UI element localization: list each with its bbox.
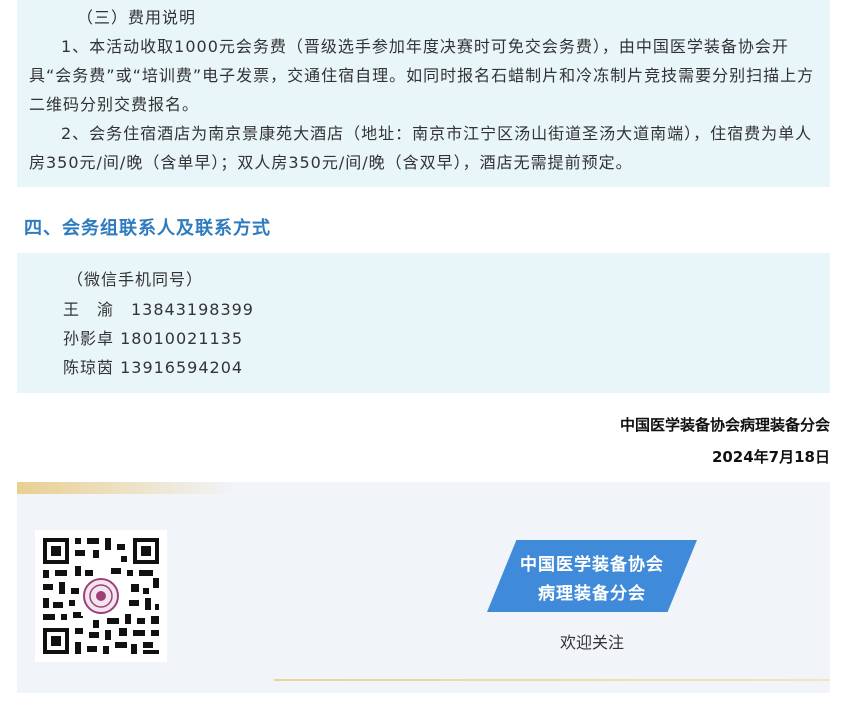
follow-text: 欢迎关注 xyxy=(559,633,624,652)
gold-accent-bar xyxy=(17,482,237,494)
gold-divider-line xyxy=(274,679,830,681)
fee-section-title: （三）费用说明 xyxy=(77,8,197,27)
qr-code-icon[interactable] xyxy=(35,530,167,662)
badge-line-1: 中国医学装备协会 xyxy=(520,555,664,575)
signature-date: 2024年7月18日 xyxy=(711,448,830,466)
contact-line-3: 陈琼茵 13916594204 xyxy=(63,358,244,377)
contact-line-2: 孙影卓 18010021135 xyxy=(63,329,244,348)
fee-description-box: （三）费用说明 1、本活动收取1000元会务费（晋级选手参加年度决赛时可免交会务… xyxy=(17,0,830,187)
signature-org: 中国医学装备协会病理装备分会 xyxy=(619,416,830,434)
contact-line-1: 王 渝 13843198399 xyxy=(63,300,254,319)
badge-line-2: 病理装备分会 xyxy=(538,584,646,604)
contacts-heading: 四、会务组联系人及联系方式 xyxy=(24,218,271,239)
fee-item-2: 2、会务住宿酒店为南京景康苑大酒店（地址：南京市江宁区汤山街道圣汤大道南端），住… xyxy=(29,124,813,172)
follow-footer: 中国医学装备协会 病理装备分会 欢迎关注 xyxy=(17,482,830,693)
fee-item-1: 1、本活动收取1000元会务费（晋级选手参加年度决赛时可免交会务费），由中国医学… xyxy=(29,37,815,114)
contacts-note: （微信手机同号） xyxy=(67,270,204,289)
contacts-box: （微信手机同号） 王 渝 13843198399 孙影卓 18010021135… xyxy=(17,253,830,393)
org-badge: 中国医学装备协会 病理装备分会 xyxy=(487,540,697,612)
